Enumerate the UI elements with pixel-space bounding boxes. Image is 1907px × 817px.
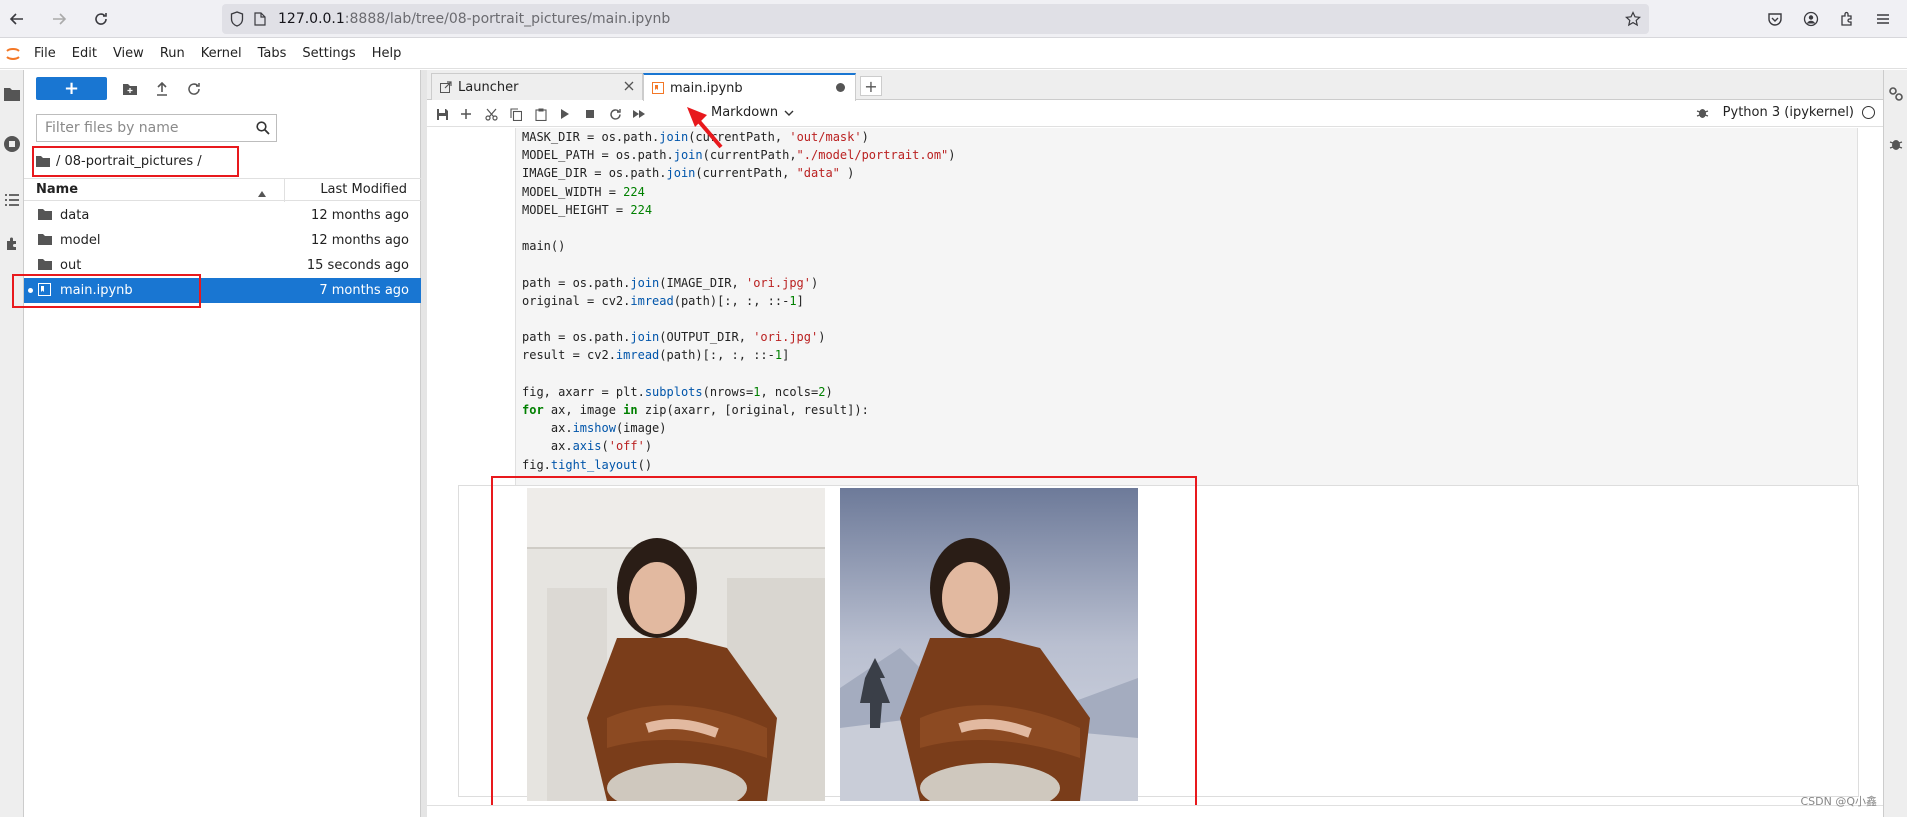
folder-icon[interactable] [0,82,24,106]
url-bar[interactable]: 127.0.0.1:8888/lab/tree/08-portrait_pict… [222,4,1649,34]
menu-icon[interactable] [1865,11,1901,27]
copy-icon[interactable] [506,105,526,123]
debugger-icon[interactable] [1884,132,1907,156]
refresh-icon[interactable] [184,79,204,99]
file-row-model[interactable]: model 12 months ago [24,228,421,253]
tab-label: Launcher [458,79,519,95]
bottom-status-strip [427,805,1883,817]
add-tab-button[interactable]: + [860,76,882,96]
file-name: out [60,258,82,273]
shield-icon [230,11,244,27]
menu-bar: File Edit View Run Kernel Tabs Settings … [0,39,1907,69]
folder-icon [38,258,52,274]
insert-cell-icon[interactable] [456,105,476,123]
kernel-idle-icon [1862,106,1875,119]
file-row-data[interactable]: data 12 months ago [24,203,421,228]
folder-icon [38,208,52,224]
new-launcher-button[interactable]: + [36,77,107,100]
annotation-box-file [12,274,201,308]
property-inspector-icon[interactable] [1884,82,1907,106]
new-folder-icon[interactable] [120,79,140,99]
code-text: MASK_DIR = os.path.join(currentPath, 'ou… [522,130,956,472]
filter-files-input[interactable] [45,120,245,136]
folder-icon [38,233,52,249]
jupyter-logo-icon [0,45,26,63]
back-icon[interactable] [3,5,31,33]
menu-help[interactable]: Help [364,46,410,61]
cut-icon[interactable] [481,105,501,123]
watermark: CSDN @Q小鑫 [1800,795,1877,808]
file-browser-toolbar: + [24,70,421,106]
file-modified: 12 months ago [311,233,409,248]
file-modified: 7 months ago [319,283,409,298]
file-list-header: Name Last Modified [24,178,421,202]
file-browser: + / 08-portrait_pictures / Name Last Mod… [24,70,421,817]
annotation-box-output [491,476,1197,809]
menu-edit[interactable]: Edit [64,46,105,61]
bug-icon[interactable] [1696,106,1709,119]
tab-label: main.ipynb [670,80,743,96]
column-divider [284,179,285,202]
toc-icon[interactable] [0,188,24,212]
tab-main-ipynb[interactable]: main.ipynb [643,73,856,101]
chevron-down-icon [784,110,794,116]
account-icon[interactable] [1793,11,1829,27]
save-icon[interactable] [432,105,452,123]
fast-forward-icon[interactable] [629,105,649,123]
launcher-icon [440,81,452,93]
annotation-arrow [687,107,723,149]
file-modified: 12 months ago [311,208,409,223]
kernel-status-area: Python 3 (ipykernel) [1696,105,1875,120]
sort-up-icon [258,186,266,201]
filter-files-input-box[interactable] [36,114,277,142]
menu-settings[interactable]: Settings [294,46,363,61]
file-name: model [60,233,101,248]
search-icon [256,121,270,135]
reload-icon[interactable] [87,5,115,33]
pocket-icon[interactable] [1757,11,1793,27]
stop-icon[interactable] [580,105,600,123]
menu-kernel[interactable]: Kernel [193,46,250,61]
kernel-name[interactable]: Python 3 (ipykernel) [1723,105,1854,120]
column-name[interactable]: Name [36,182,78,197]
tab-launcher[interactable]: Launcher [431,73,643,100]
extensions-icon[interactable] [1829,11,1865,27]
unsaved-dot-icon[interactable] [836,83,845,92]
running-icon[interactable] [0,132,24,156]
column-last-modified[interactable]: Last Modified [320,182,407,197]
restart-icon[interactable] [605,105,625,123]
menu-view[interactable]: View [105,46,152,61]
file-name: data [60,208,90,223]
upload-icon[interactable] [152,79,172,99]
bookmark-star-icon[interactable] [1625,11,1641,27]
notebook-icon [652,82,664,94]
run-icon[interactable] [555,105,575,123]
menu-file[interactable]: File [26,46,64,61]
notebook-toolbar: Markdown Python 3 (ipykernel) [427,101,1883,127]
browser-toolbar: 127.0.0.1:8888/lab/tree/08-portrait_pict… [0,0,1907,38]
extension-manager-icon[interactable] [0,232,24,256]
close-icon[interactable] [624,80,634,95]
annotation-box-breadcrumb [32,146,239,177]
page-icon [254,12,266,26]
url-text: 127.0.0.1:8888/lab/tree/08-portrait_pict… [278,11,671,27]
right-sidebar-tabs [1883,70,1907,817]
left-sidebar-tabs [0,70,24,817]
forward-icon[interactable] [45,5,73,33]
paste-icon[interactable] [531,105,551,123]
menu-tabs[interactable]: Tabs [250,46,295,61]
tab-bar: Launcher main.ipynb + [427,70,1883,101]
menu-run[interactable]: Run [152,46,193,61]
file-modified: 15 seconds ago [306,258,409,273]
